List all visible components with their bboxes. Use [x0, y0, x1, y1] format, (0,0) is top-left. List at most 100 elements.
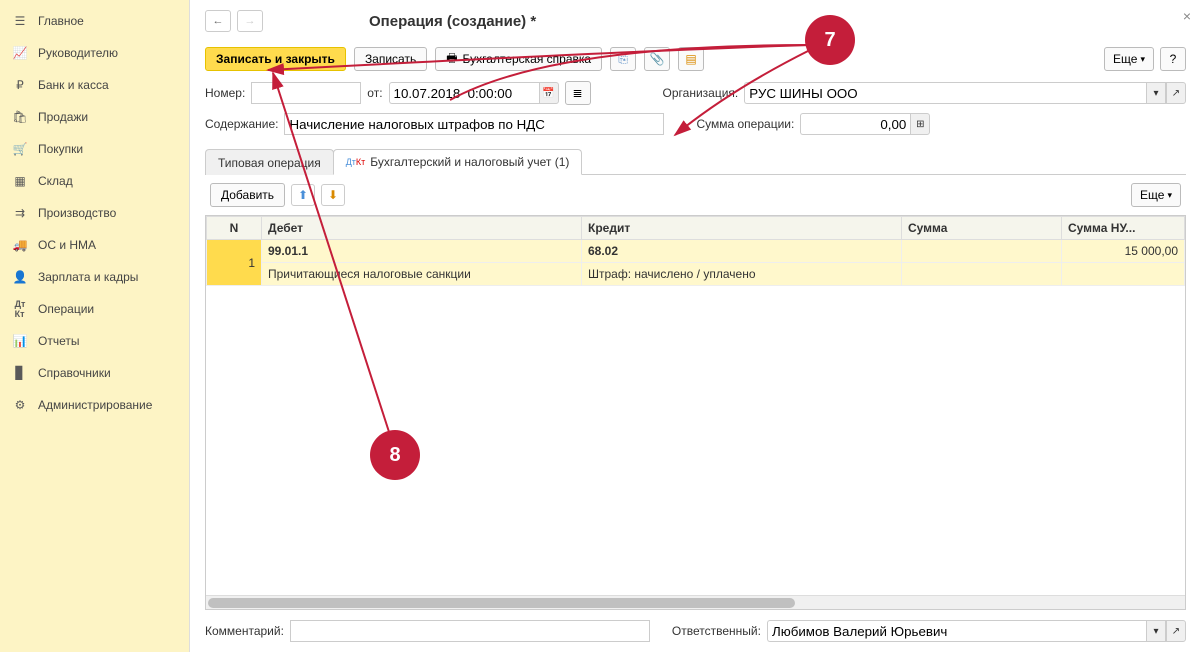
clip-icon: 📎	[650, 52, 665, 66]
move-down-button[interactable]: ⬇	[321, 184, 345, 206]
list-icon: ≣	[573, 86, 583, 100]
flow-icon: ⇉	[12, 205, 28, 221]
cart-icon: 🛒	[12, 141, 28, 157]
date-list-button[interactable]: ≣	[565, 81, 591, 105]
open-icon: ↗	[1172, 88, 1180, 99]
col-credit[interactable]: Кредит	[582, 217, 902, 240]
cell-debit-desc[interactable]: Причитающиеся налоговые санкции	[262, 263, 582, 286]
org-open-button[interactable]: ↗	[1166, 82, 1186, 104]
responsible-dropdown-button[interactable]: ▾	[1146, 620, 1166, 642]
print-reference-label: Бухгалтерская справка	[463, 52, 592, 66]
sidebar-item-warehouse[interactable]: ▦ Склад	[0, 165, 189, 197]
calendar-button[interactable]: 📅	[539, 82, 559, 104]
scrollbar-thumb[interactable]	[208, 598, 795, 608]
doc-button[interactable]: ▤	[678, 47, 704, 71]
link-button[interactable]: ⎘	[610, 47, 636, 71]
gear-icon: ⚙	[12, 397, 28, 413]
cell-empty[interactable]	[902, 263, 1062, 286]
sidebar-item-assets[interactable]: 🚚 ОС и НМА	[0, 229, 189, 261]
entries-table: N Дебет Кредит Сумма Сумма НУ... 1 99.01…	[206, 216, 1185, 286]
help-button[interactable]: ?	[1160, 47, 1186, 71]
sidebar-item-sales[interactable]: 🛍 Продажи	[0, 101, 189, 133]
chevron-down-icon: ▾	[1167, 190, 1172, 201]
add-row-button[interactable]: Добавить	[210, 183, 285, 207]
sidebar-item-operations[interactable]: ДтКт Операции	[0, 293, 189, 325]
sidebar-item-admin[interactable]: ⚙ Администрирование	[0, 389, 189, 421]
tab-accounting[interactable]: ДтКт Бухгалтерский и налоговый учет (1)	[333, 149, 583, 175]
more-label: Еще	[1140, 188, 1164, 202]
attach-button[interactable]: 📎	[644, 47, 670, 71]
menu-icon: ☰	[12, 13, 28, 29]
cell-empty[interactable]	[1062, 263, 1185, 286]
dtct-icon: ДтКт	[12, 301, 28, 317]
table-empty-area	[206, 286, 1185, 595]
col-sum-nu[interactable]: Сумма НУ...	[1062, 217, 1185, 240]
sidebar-item-bank[interactable]: ₽ Банк и касса	[0, 69, 189, 101]
sidebar-item-label: Покупки	[38, 142, 83, 156]
col-debit[interactable]: Дебет	[262, 217, 582, 240]
sidebar-item-reports[interactable]: 📊 Отчеты	[0, 325, 189, 357]
org-label: Организация:	[663, 86, 739, 100]
nav-forward-button[interactable]: →	[237, 10, 263, 32]
link-icon: ⎘	[618, 52, 628, 67]
nav-back-button[interactable]: ←	[205, 10, 231, 32]
chevron-down-icon: ▾	[1140, 54, 1145, 65]
responsible-input[interactable]	[767, 620, 1146, 642]
cell-sum-nu[interactable]: 15 000,00	[1062, 240, 1185, 263]
cell-n: 1	[207, 240, 262, 286]
open-icon: ↗	[1172, 626, 1180, 637]
org-dropdown-button[interactable]: ▾	[1146, 82, 1166, 104]
sum-calc-button[interactable]: ⊞	[910, 113, 930, 135]
move-up-button[interactable]: ⬆	[291, 184, 315, 206]
comment-input[interactable]	[290, 620, 650, 642]
table-header-row: N Дебет Кредит Сумма Сумма НУ...	[207, 217, 1185, 240]
table-row[interactable]: Причитающиеся налоговые санкции Штраф: н…	[207, 263, 1185, 286]
close-icon[interactable]: ×	[1183, 8, 1191, 24]
content-input[interactable]	[284, 113, 664, 135]
cell-sum[interactable]	[902, 240, 1062, 263]
comment-label: Комментарий:	[205, 624, 284, 638]
table-row[interactable]: 1 99.01.1 68.02 15 000,00	[207, 240, 1185, 263]
sidebar-item-label: Администрирование	[38, 398, 152, 412]
org-input[interactable]	[744, 82, 1146, 104]
save-button[interactable]: Записать	[354, 47, 427, 71]
sidebar-item-label: Отчеты	[38, 334, 79, 348]
more-button[interactable]: Еще ▾	[1104, 47, 1154, 71]
col-n[interactable]: N	[207, 217, 262, 240]
tab-typical-operation[interactable]: Типовая операция	[205, 149, 334, 175]
number-label: Номер:	[205, 86, 245, 100]
bars-icon: 📊	[12, 333, 28, 349]
ruble-icon: ₽	[12, 77, 28, 93]
arrow-down-icon: ⬇	[328, 188, 338, 202]
sidebar-item-main[interactable]: ☰ Главное	[0, 5, 189, 37]
book-icon: ▊	[12, 365, 28, 381]
sidebar-item-production[interactable]: ⇉ Производство	[0, 197, 189, 229]
calendar-icon: 📅	[542, 88, 554, 99]
sidebar-item-manager[interactable]: 📈 Руководителю	[0, 37, 189, 69]
table-more-button[interactable]: Еще ▾	[1131, 183, 1181, 207]
cell-debit-acc[interactable]: 99.01.1	[262, 240, 582, 263]
bag-icon: 🛍	[12, 109, 28, 125]
cell-credit-desc[interactable]: Штраф: начислено / уплачено	[582, 263, 902, 286]
sidebar-item-hr[interactable]: 👤 Зарплата и кадры	[0, 261, 189, 293]
sidebar-item-catalogs[interactable]: ▊ Справочники	[0, 357, 189, 389]
date-input[interactable]	[389, 82, 539, 104]
content-label: Содержание:	[205, 117, 278, 131]
col-sum[interactable]: Сумма	[902, 217, 1062, 240]
sidebar-item-label: Зарплата и кадры	[38, 270, 138, 284]
sum-label: Сумма операции:	[696, 117, 794, 131]
sum-input[interactable]	[800, 113, 910, 135]
sidebar-item-label: Руководителю	[38, 46, 118, 60]
responsible-open-button[interactable]: ↗	[1166, 620, 1186, 642]
sidebar-item-purchases[interactable]: 🛒 Покупки	[0, 133, 189, 165]
cell-credit-acc[interactable]: 68.02	[582, 240, 902, 263]
truck-icon: 🚚	[12, 237, 28, 253]
sidebar-item-label: Продажи	[38, 110, 88, 124]
sidebar-item-label: Банк и касса	[38, 78, 109, 92]
save-close-button[interactable]: Записать и закрыть	[205, 47, 346, 71]
boxes-icon: ▦	[12, 173, 28, 189]
print-reference-button[interactable]: 🖶 Бухгалтерская справка	[435, 47, 602, 71]
number-input[interactable]	[251, 82, 361, 104]
horizontal-scrollbar[interactable]	[206, 595, 1185, 609]
calc-icon: ⊞	[916, 119, 924, 130]
